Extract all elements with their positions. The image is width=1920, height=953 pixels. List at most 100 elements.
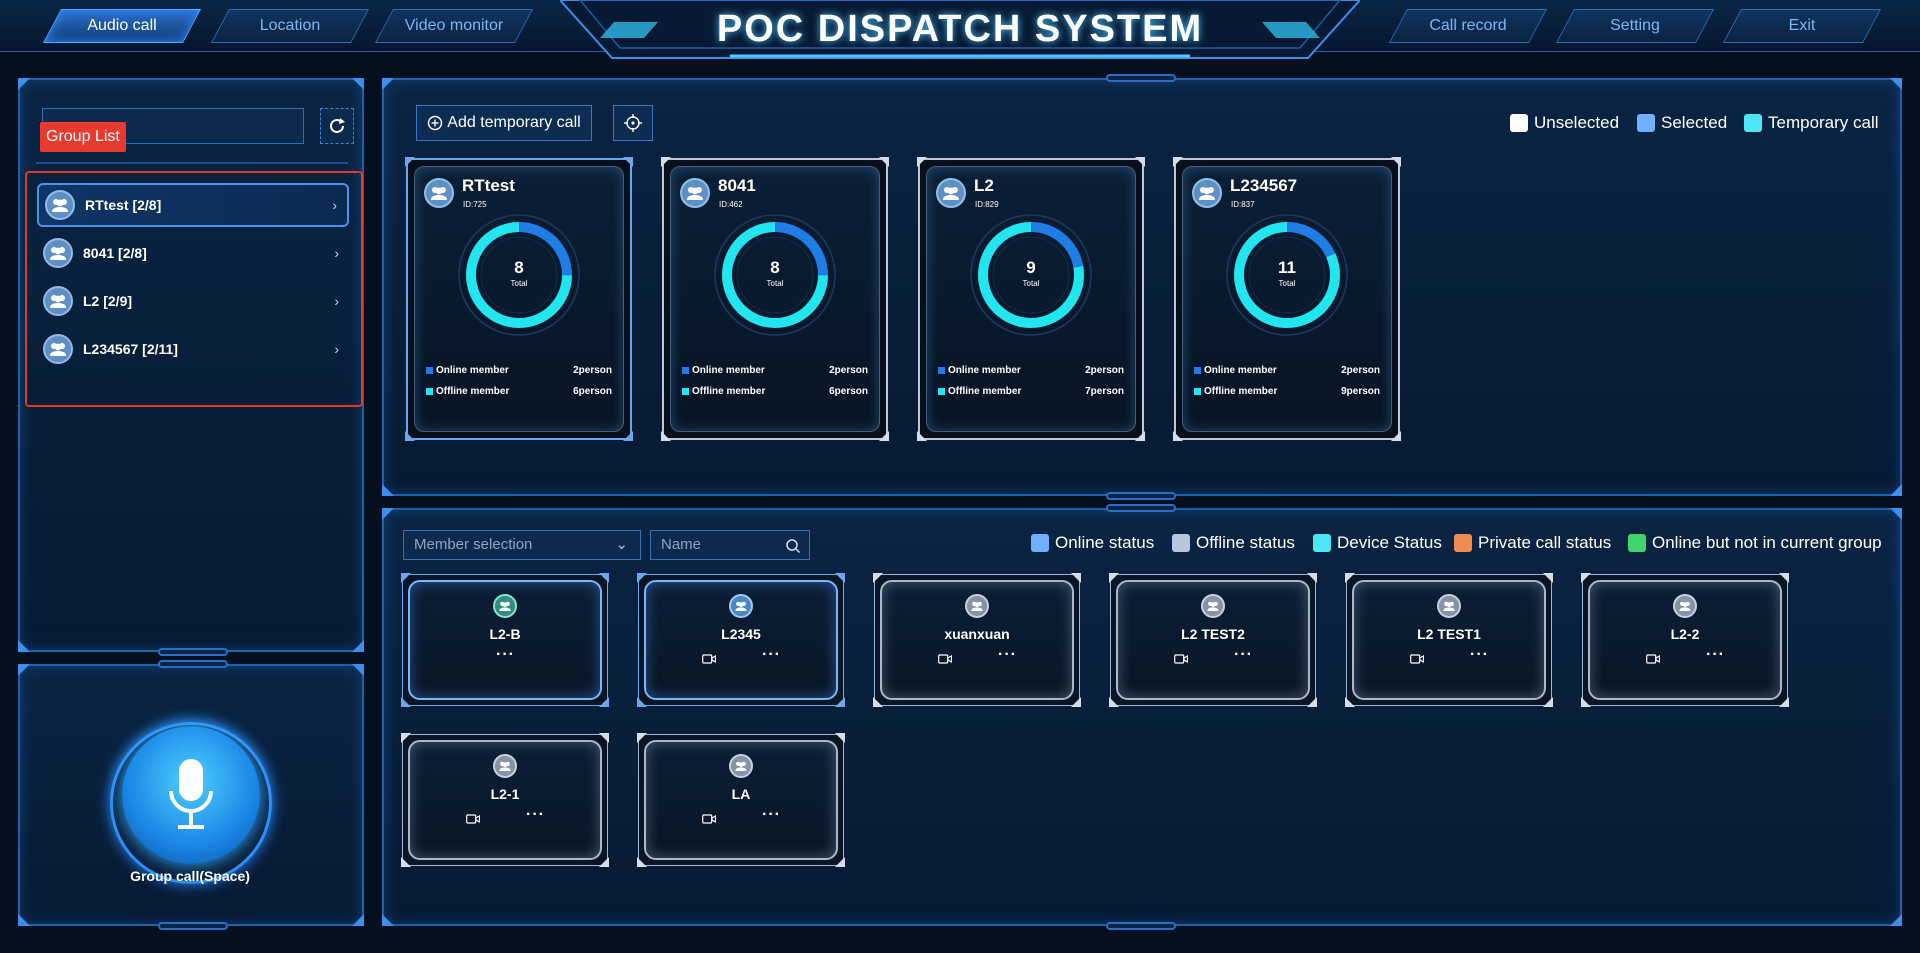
more-options-icon[interactable]: ··· xyxy=(762,646,781,664)
member-name: L2 TEST2 xyxy=(1181,626,1245,642)
group-card[interactable]: L2 ID:829 9 Total Online member 2person … xyxy=(917,157,1145,441)
group-card-name: RTtest xyxy=(462,176,515,195)
member-avatar-icon xyxy=(729,754,753,778)
legend-swatch xyxy=(1172,534,1190,552)
legend-online-status: Online status xyxy=(1031,533,1154,553)
legend-selected: Selected xyxy=(1637,113,1727,133)
chevron-right-icon: › xyxy=(334,341,339,357)
member-avatar-icon xyxy=(1437,594,1461,618)
group-card[interactable]: L234567 ID:837 11 Total Online member 2p… xyxy=(1173,157,1401,441)
crosshair-icon xyxy=(624,114,642,132)
group-icon xyxy=(680,178,710,208)
legend-unselected: Unselected xyxy=(1510,113,1619,133)
more-options-icon[interactable]: ··· xyxy=(1234,646,1253,664)
more-options-icon[interactable]: ··· xyxy=(998,646,1017,664)
member-card[interactable]: xuanxuan ··· xyxy=(873,573,1081,707)
member-name: L2345 xyxy=(721,626,761,642)
offline-member-row: Offline member 6person xyxy=(682,384,868,398)
member-avatar-icon xyxy=(493,754,517,778)
member-card[interactable]: L2 TEST2 ··· xyxy=(1109,573,1317,707)
tab-video-monitor[interactable]: Video monitor xyxy=(374,9,534,43)
tab-call-record[interactable]: Call record xyxy=(1388,9,1548,43)
group-card[interactable]: RTtest ID:725 8 Total Online member 2per… xyxy=(405,157,633,441)
refresh-button[interactable] xyxy=(320,108,354,144)
microphone-icon xyxy=(169,759,213,829)
video-camera-icon[interactable] xyxy=(1646,654,1660,664)
tab-exit[interactable]: Exit xyxy=(1722,9,1882,43)
group-card-total: 8 xyxy=(514,258,524,277)
group-card-total-label: Total xyxy=(1022,279,1040,288)
group-card-total: 9 xyxy=(1026,258,1036,277)
tab-setting[interactable]: Setting xyxy=(1555,9,1715,43)
plus-circle-icon xyxy=(428,115,443,131)
group-card-id: ID:462 xyxy=(719,200,743,209)
chevron-right-icon: › xyxy=(334,245,339,261)
group-item-l234567[interactable]: L234567 [2/11] › xyxy=(37,327,349,371)
legend-swatch xyxy=(1031,534,1049,552)
legend-swatch xyxy=(1454,534,1472,552)
member-card[interactable]: LA ··· xyxy=(637,733,845,867)
video-camera-icon[interactable] xyxy=(1174,654,1188,664)
name-search-input[interactable]: Name xyxy=(650,530,810,560)
group-call-label: Group call(Space) xyxy=(130,868,250,884)
more-options-icon[interactable]: ··· xyxy=(526,806,545,824)
online-member-row: Online member 2person xyxy=(1194,363,1380,377)
group-icon xyxy=(45,190,75,220)
offline-member-row: Offline member 9person xyxy=(1194,384,1380,398)
group-card-name: L2 xyxy=(974,176,994,195)
group-list: RTtest [2/8] › 8041 [2/8] › L2 [2/9] › L… xyxy=(25,171,363,407)
member-card[interactable]: L2 TEST1 ··· xyxy=(1345,573,1553,707)
member-name: LA xyxy=(731,786,751,802)
group-card-id: ID:829 xyxy=(975,200,999,209)
video-camera-icon[interactable] xyxy=(1410,654,1424,664)
member-avatar-icon xyxy=(493,594,517,618)
member-card[interactable]: L2345 ··· xyxy=(637,573,845,707)
group-icon xyxy=(424,178,454,208)
video-camera-icon[interactable] xyxy=(702,814,716,824)
group-card-id: ID:837 xyxy=(1231,200,1255,209)
member-name: L2-1 xyxy=(490,786,520,802)
legend-swatch xyxy=(1628,534,1646,552)
video-camera-icon[interactable] xyxy=(466,814,480,824)
legend-offline-status: Offline status xyxy=(1172,533,1295,553)
online-member-row: Online member 2person xyxy=(426,363,612,377)
group-list-tooltip: Group List xyxy=(40,122,126,152)
more-options-icon[interactable]: ··· xyxy=(496,646,515,664)
legend-swatch xyxy=(1313,534,1331,552)
group-card-total: 8 xyxy=(770,258,780,277)
member-selection-dropdown[interactable]: Member selection ⌄ xyxy=(403,530,641,560)
video-camera-icon[interactable] xyxy=(938,654,952,664)
legend-swatch xyxy=(1510,114,1528,132)
group-card[interactable]: 8041 ID:462 8 Total Online member 2perso… xyxy=(661,157,889,441)
member-card[interactable]: L2-2 ··· xyxy=(1581,573,1789,707)
group-call-button[interactable] xyxy=(122,726,260,864)
more-options-icon[interactable]: ··· xyxy=(1706,646,1725,664)
member-card[interactable]: L2-1 ··· xyxy=(401,733,609,867)
add-temporary-call-button[interactable]: Add temporary call xyxy=(416,105,592,141)
locate-button[interactable] xyxy=(613,105,653,141)
legend-device-status: Device Status xyxy=(1313,533,1442,553)
offline-member-row: Offline member 6person xyxy=(426,384,612,398)
group-card-id: ID:725 xyxy=(463,200,487,209)
online-member-row: Online member 2person xyxy=(938,363,1124,377)
group-item-rttest[interactable]: RTtest [2/8] › xyxy=(37,183,349,227)
chevron-right-icon: › xyxy=(334,293,339,309)
chevron-down-icon: ⌄ xyxy=(615,536,628,553)
page-title: POC DISPATCH SYSTEM xyxy=(716,8,1204,50)
tab-location[interactable]: Location xyxy=(210,9,370,43)
group-card-name: L234567 xyxy=(1230,176,1298,195)
video-camera-icon[interactable] xyxy=(702,654,716,664)
group-icon xyxy=(43,238,73,268)
more-options-icon[interactable]: ··· xyxy=(1470,646,1489,664)
group-item-l2[interactable]: L2 [2/9] › xyxy=(37,279,349,323)
chevron-right-icon: › xyxy=(332,197,337,213)
refresh-icon xyxy=(330,118,345,133)
group-icon xyxy=(43,334,73,364)
member-avatar-icon xyxy=(729,594,753,618)
member-card[interactable]: L2-B ··· xyxy=(401,573,609,707)
group-card-total-label: Total xyxy=(766,279,784,288)
more-options-icon[interactable]: ··· xyxy=(762,806,781,824)
offline-member-row: Offline member 7person xyxy=(938,384,1124,398)
group-item-8041[interactable]: 8041 [2/8] › xyxy=(37,231,349,275)
tab-audio-call[interactable]: Audio call xyxy=(42,9,202,43)
